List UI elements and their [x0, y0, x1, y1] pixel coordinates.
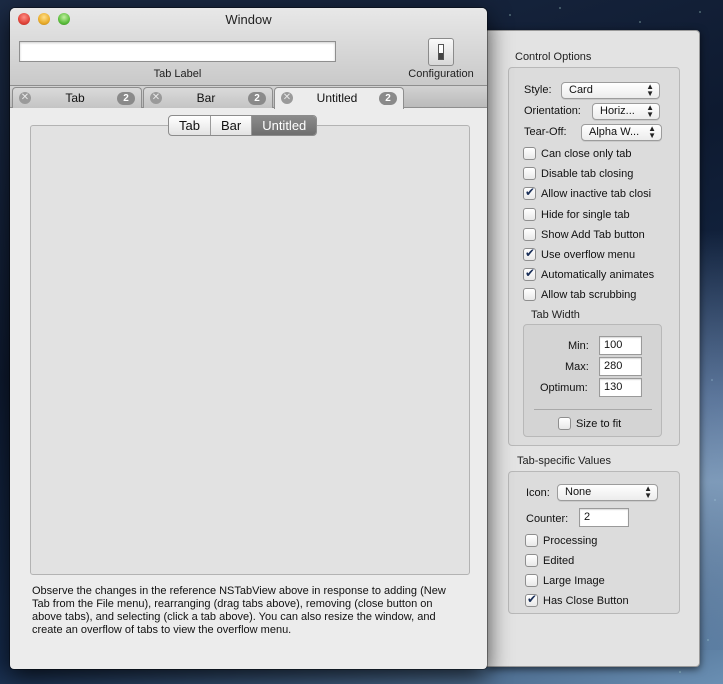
segment-untitled[interactable]: Untitled: [252, 116, 317, 135]
checkbox-box: [523, 147, 536, 160]
segment-bar[interactable]: Bar: [211, 116, 253, 135]
orientation-popup[interactable]: Horiz... ▲ ▼: [592, 103, 660, 120]
counter-field[interactable]: 2: [579, 508, 629, 527]
checkbox-label: Automatically animates: [541, 268, 655, 281]
tearoff-label: Tear-Off:: [524, 126, 567, 138]
checkbox-box: [523, 288, 536, 301]
checkbox-automatically-animates[interactable]: Automatically animates: [523, 266, 655, 281]
checkbox-box: [523, 167, 536, 180]
checkbox-box: [525, 534, 538, 547]
checkbox-edited[interactable]: Edited: [525, 554, 574, 567]
checkbox-box: [523, 208, 536, 221]
optimum-label: Optimum:: [540, 382, 588, 394]
configuration-button[interactable]: [428, 38, 454, 66]
checkbox-label: Size to fit: [576, 417, 622, 430]
tearoff-value: Alpha W...: [589, 126, 640, 138]
tab-label: Bar: [196, 91, 216, 105]
toggle-switch-icon: [438, 44, 444, 60]
checkbox-box: [523, 246, 536, 261]
style-label: Style:: [524, 84, 552, 96]
checkbox-allow-tab-scrubbing[interactable]: Allow tab scrubbing: [523, 288, 636, 301]
tab-label: Tab: [65, 91, 85, 105]
popup-arrows-icon: ▲ ▼: [646, 82, 654, 98]
tab-view-segmented-control: Tab Bar Untitled: [168, 115, 318, 136]
description-text: Observe the changes in the reference NST…: [32, 585, 446, 636]
close-tab-icon[interactable]: ✕: [150, 92, 162, 104]
control-options-title: Control Options: [515, 51, 592, 63]
tab-item[interactable]: ✕ Tab 2: [12, 87, 142, 108]
checkbox-label: Hide for single tab: [541, 208, 630, 221]
tab-label-caption: Tab Label: [153, 68, 202, 80]
checkbox-label: Allow tab scrubbing: [541, 288, 637, 301]
checkbox-size-to-fit[interactable]: Size to fit: [558, 417, 621, 430]
orientation-label: Orientation:: [524, 105, 581, 117]
configuration-caption: Configuration: [408, 68, 474, 80]
tab-count-badge: 2: [379, 92, 397, 105]
checkbox-box: [523, 185, 536, 200]
icon-value: None: [565, 486, 592, 498]
checkbox-label: Allow inactive tab closi: [541, 187, 652, 200]
icon-label: Icon:: [526, 487, 550, 499]
tab-specific-title: Tab-specific Values: [517, 455, 611, 467]
checkbox-box: [523, 228, 536, 241]
checkbox-show-add-tab-button[interactable]: Show Add Tab button: [523, 228, 645, 241]
min-width-field[interactable]: 100: [599, 336, 642, 355]
close-tab-icon[interactable]: ✕: [19, 92, 31, 104]
checkbox-box: [523, 266, 536, 281]
checkbox-disable-tab-closing[interactable]: Disable tab closing: [523, 167, 633, 180]
main-window: Window Tab Label Configuration ✕ Tab 2 ✕…: [10, 8, 487, 669]
tearoff-popup[interactable]: Alpha W... ▲ ▼: [581, 124, 662, 141]
min-label: Min:: [568, 340, 589, 352]
checkbox-box: [525, 574, 538, 587]
window-title: Window: [225, 12, 272, 27]
tab-count-badge: 2: [248, 92, 266, 105]
max-label: Max:: [565, 361, 589, 373]
tab-count-badge: 2: [117, 92, 135, 105]
tab-item-selected[interactable]: ✕ Untitled 2: [274, 87, 404, 109]
icon-popup[interactable]: None ▲ ▼: [557, 484, 658, 501]
checkbox-processing[interactable]: Processing: [525, 534, 597, 547]
checkbox-use-overflow-menu[interactable]: Use overflow menu: [523, 246, 636, 261]
tab-label: Untitled: [316, 91, 358, 105]
checkbox-label: Disable tab closing: [541, 167, 634, 180]
tab-bar: ✕ Tab 2 ✕ Bar 2 ✕ Untitled 2: [10, 86, 487, 109]
popup-arrows-icon: ▲ ▼: [648, 124, 656, 140]
checkbox-large-image[interactable]: Large Image: [525, 574, 605, 587]
checkbox-box: [558, 417, 571, 430]
tab-label-input[interactable]: [19, 41, 336, 62]
tab-width-title: Tab Width: [531, 309, 580, 321]
checkbox-has-close-button[interactable]: Has Close Button: [525, 592, 629, 607]
popup-arrows-icon: ▲ ▼: [644, 484, 652, 500]
tab-specific-box: Icon: None ▲ ▼ Counter: 2 Processing Edit…: [508, 471, 680, 614]
segment-tab[interactable]: Tab: [169, 116, 211, 135]
divider: [534, 409, 652, 410]
checkbox-box: [525, 554, 538, 567]
checkbox-can-close-only-tab[interactable]: Can close only tab: [523, 147, 632, 160]
checkbox-label: Use overflow menu: [541, 248, 636, 261]
max-width-field[interactable]: 280: [599, 357, 642, 376]
orientation-value: Horiz...: [600, 105, 635, 117]
style-popup[interactable]: Card ▲ ▼: [561, 82, 660, 99]
style-value: Card: [569, 84, 593, 96]
optimum-width-field[interactable]: 130: [599, 378, 642, 397]
tab-width-box: Min: 100 Max: 280 Optimum: 130 Size to f…: [523, 324, 662, 437]
checkbox-label: Has Close Button: [543, 594, 629, 607]
checkbox-label: Processing: [543, 534, 598, 547]
checkbox-label: Large Image: [543, 574, 605, 587]
counter-label: Counter:: [526, 513, 569, 525]
tab-item[interactable]: ✕ Bar 2: [143, 87, 273, 108]
window-toolbar: Window Tab Label Configuration: [10, 8, 487, 86]
checkbox-allow-inactive-tab-closing[interactable]: Allow inactive tab closi: [523, 185, 652, 200]
checkbox-label: Show Add Tab button: [541, 228, 645, 241]
tab-view-content: [30, 125, 470, 575]
options-drawer: Control Options Style: Card ▲ ▼ Orientati…: [487, 30, 700, 667]
checkbox-label: Edited: [543, 554, 575, 567]
checkbox-hide-for-single-tab[interactable]: Hide for single tab: [523, 208, 630, 221]
checkbox-box: [525, 592, 538, 607]
control-options-box: Style: Card ▲ ▼ Orientation: Horiz... ▲ ▼ …: [508, 67, 680, 446]
close-tab-icon[interactable]: ✕: [281, 92, 293, 104]
popup-arrows-icon: ▲ ▼: [646, 103, 654, 119]
checkbox-label: Can close only tab: [541, 147, 632, 160]
